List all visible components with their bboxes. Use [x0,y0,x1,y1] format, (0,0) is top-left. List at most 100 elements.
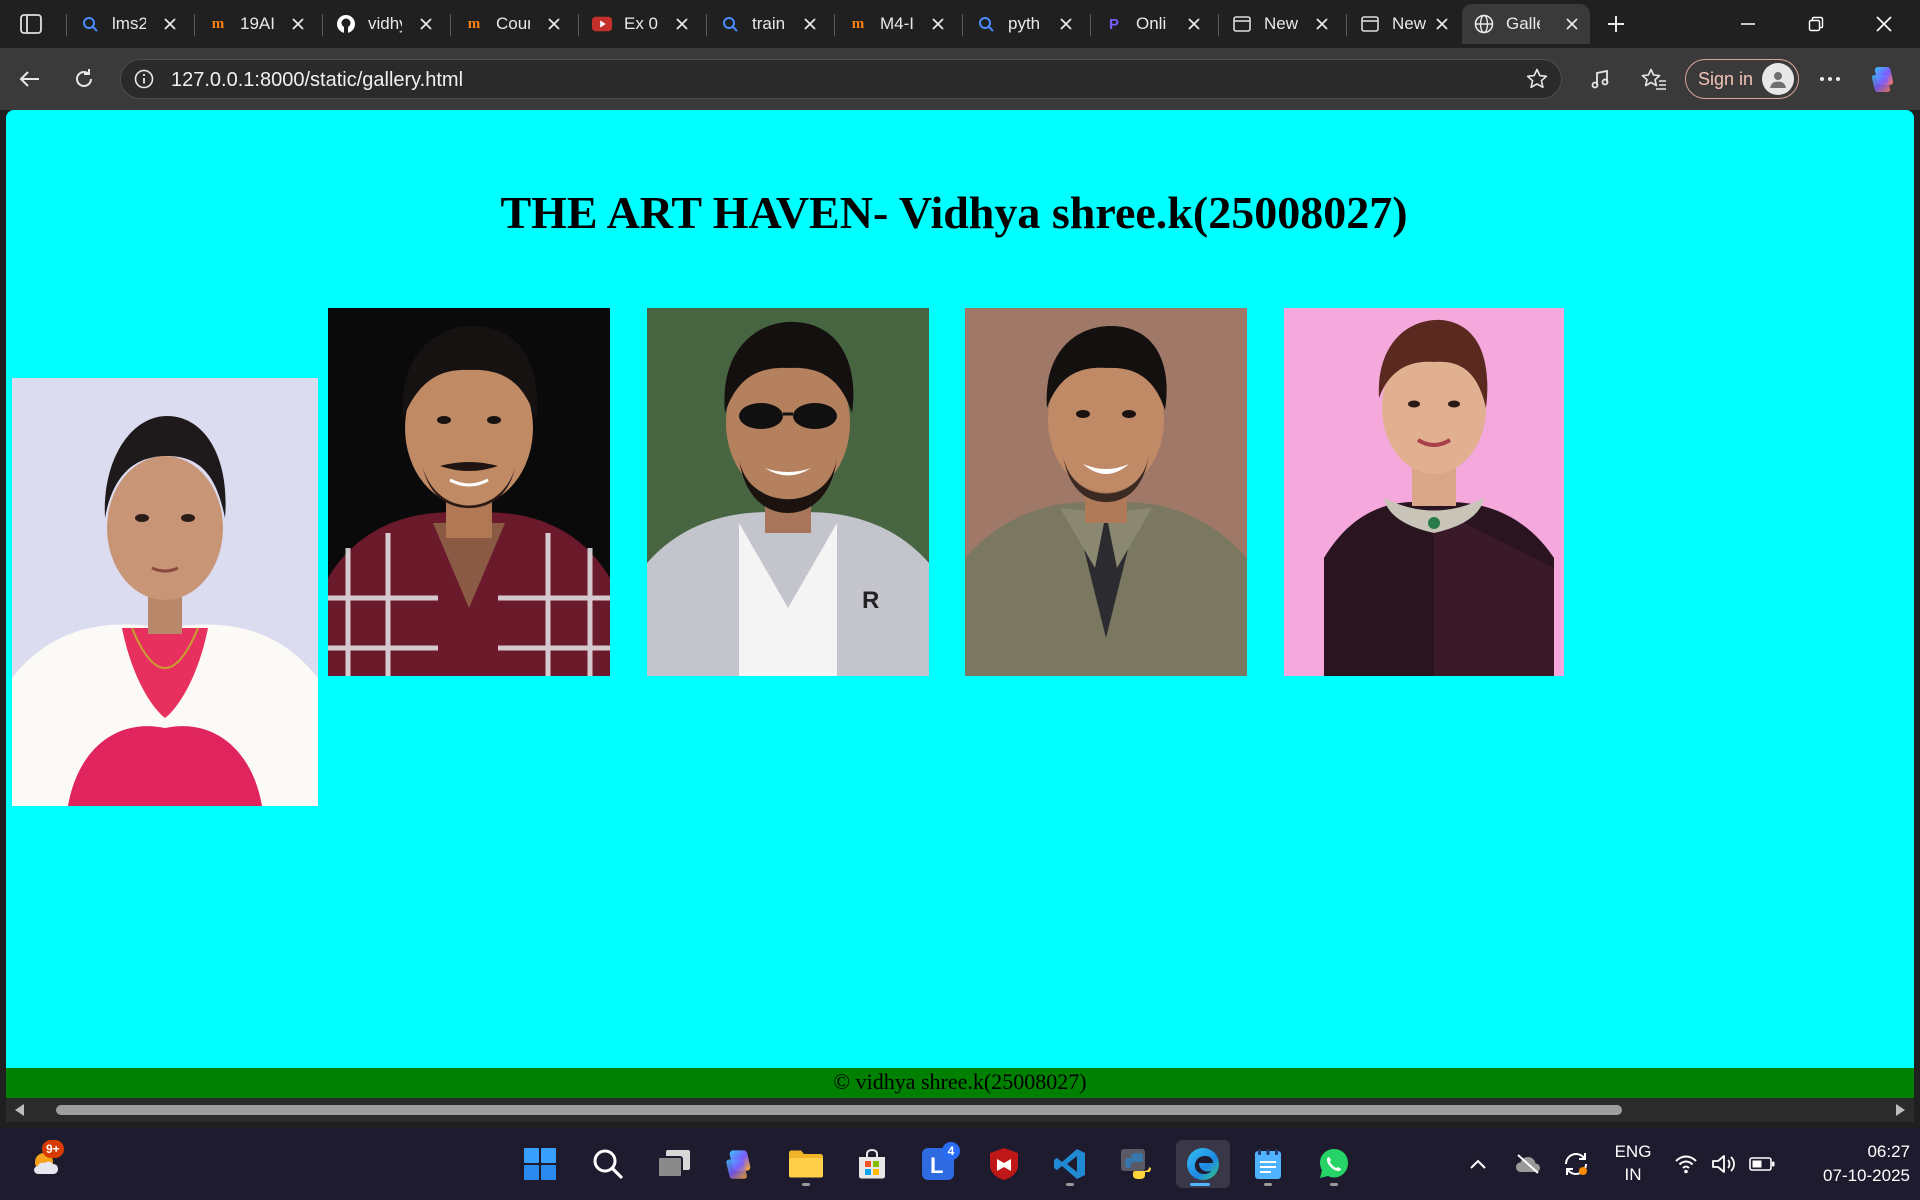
tab-separator [1218,14,1219,36]
volume-tray-icon[interactable] [1708,1128,1740,1200]
gallery-photo-1[interactable] [12,378,318,806]
page-title: THE ART HAVEN- Vidhya shree.k(25008027) [500,187,1408,238]
microsoft-store-button[interactable] [848,1140,896,1188]
store-bag-icon [859,1148,885,1179]
edge-browser-button[interactable] [1176,1140,1230,1188]
tab-title: lms2 [112,14,146,33]
svg-text:L: L [930,1153,943,1178]
close-tab-icon[interactable] [672,14,692,34]
site-info-icon[interactable] [133,68,155,90]
tab-python[interactable]: pyth [964,4,1084,44]
close-tab-icon[interactable] [416,14,436,34]
minimize-icon [1741,23,1755,25]
tab-19ai[interactable]: m 19AI [196,4,316,44]
notepad-button[interactable] [1244,1140,1292,1188]
tab-gallery-active[interactable]: Galle [1462,4,1590,44]
python-idle-button[interactable] [1112,1140,1160,1188]
battery-tray-icon[interactable] [1746,1128,1778,1200]
tab-youtube[interactable]: Ex 0 [580,4,700,44]
photo-woman-white-dupatta [12,378,318,806]
mcafee-button[interactable] [980,1140,1028,1188]
tab-title: New [1392,14,1426,33]
scroll-left-arrow-icon[interactable] [12,1102,28,1118]
tab-separator [1090,14,1091,36]
read-aloud-button[interactable] [1582,61,1618,97]
search-icon [720,14,740,34]
sync-icon [1565,1153,1587,1175]
gallery-photo-2[interactable] [328,308,610,676]
close-tab-icon[interactable] [288,14,308,34]
show-hidden-icons-button[interactable] [1460,1128,1496,1200]
close-tab-icon[interactable] [1056,14,1076,34]
address-bar[interactable]: 127.0.0.1:8000/static/gallery.html [120,59,1562,99]
photo-man-sunglasses: R [647,308,929,676]
tab-title: Onli [1136,14,1167,33]
close-window-button[interactable] [1850,0,1918,48]
close-tab-icon[interactable] [544,14,564,34]
horizontal-scrollbar[interactable] [6,1098,1914,1122]
github-icon [336,14,356,34]
copilot-button[interactable] [1866,61,1902,97]
wifi-tray-icon[interactable] [1670,1128,1702,1200]
new-tab-page-icon [1232,14,1252,34]
tab-title: train [752,14,786,33]
tab-strip: lms2 m 19AI vidhya m Cour Ex 0 train m M… [0,0,1920,48]
url-text[interactable]: 127.0.0.1:8000/static/gallery.html [171,69,463,92]
copilot-taskbar-button[interactable] [716,1140,764,1188]
gallery-photo-4[interactable] [965,308,1247,676]
gallery-photo-3[interactable]: R [647,308,929,676]
tab-new-2[interactable]: New [1348,4,1460,44]
taskbar-clock[interactable]: 06:27 07-10-2025 [1790,1140,1910,1188]
tab-courses[interactable]: m Cour [452,4,572,44]
vscode-button[interactable] [1046,1140,1094,1188]
tab-actions-button[interactable] [14,10,48,38]
tab-train[interactable]: train [708,4,828,44]
sync-tray-icon[interactable] [1556,1128,1596,1200]
favorite-star-icon[interactable] [1525,67,1549,91]
new-tab-button[interactable] [1600,10,1632,38]
moodle-icon: m [467,15,481,32]
task-view-button[interactable] [650,1140,698,1188]
start-button[interactable] [516,1140,564,1188]
close-tab-icon[interactable] [1312,14,1332,34]
file-explorer-button[interactable] [782,1140,830,1188]
close-tab-icon[interactable] [1184,14,1204,34]
tab-github[interactable]: vidhya [324,4,444,44]
tab-m4[interactable]: m M4-I [836,4,956,44]
tab-new-1[interactable]: New [1220,4,1340,44]
language-code: ENG [1614,1142,1652,1161]
onedrive-tray-icon[interactable] [1510,1128,1546,1200]
scroll-right-arrow-icon[interactable] [1892,1102,1908,1118]
edge-icon [1187,1148,1219,1180]
tab-online[interactable]: P Onli [1092,4,1212,44]
back-button[interactable] [12,61,48,97]
settings-more-button[interactable] [1812,61,1848,97]
restore-button[interactable] [1782,0,1850,48]
language-indicator[interactable]: ENG IN [1608,1140,1658,1186]
tab-title: Cour [496,14,530,33]
tab-separator [1346,14,1347,36]
tab-separator [450,14,451,36]
refresh-button[interactable] [66,61,102,97]
gallery-photo-5[interactable] [1284,308,1564,676]
scrollbar-thumb[interactable] [56,1105,1622,1115]
media-music-icon [1591,69,1609,89]
tab-separator [194,14,195,36]
close-tab-icon[interactable] [1562,14,1582,34]
whatsapp-icon [1320,1149,1348,1178]
sign-in-button[interactable]: Sign in [1685,59,1799,99]
close-tab-icon[interactable] [800,14,820,34]
search-taskbar-button[interactable] [584,1140,632,1188]
minimize-button[interactable] [1714,0,1782,48]
close-tab-icon[interactable] [160,14,180,34]
p-logo-icon: P [1108,15,1119,33]
close-tab-icon[interactable] [928,14,948,34]
page-footer: © vidhya shree.k(25008027) [6,1068,1914,1098]
close-tab-icon[interactable] [1432,14,1452,34]
whatsapp-button[interactable] [1310,1140,1358,1188]
tab-lms2[interactable]: lms2 [68,4,188,44]
notification-badge: 9+ [42,1140,64,1158]
running-indicator [1264,1183,1272,1186]
favorites-button[interactable] [1636,61,1672,97]
lens-app-button[interactable]: L 4 [914,1140,962,1188]
